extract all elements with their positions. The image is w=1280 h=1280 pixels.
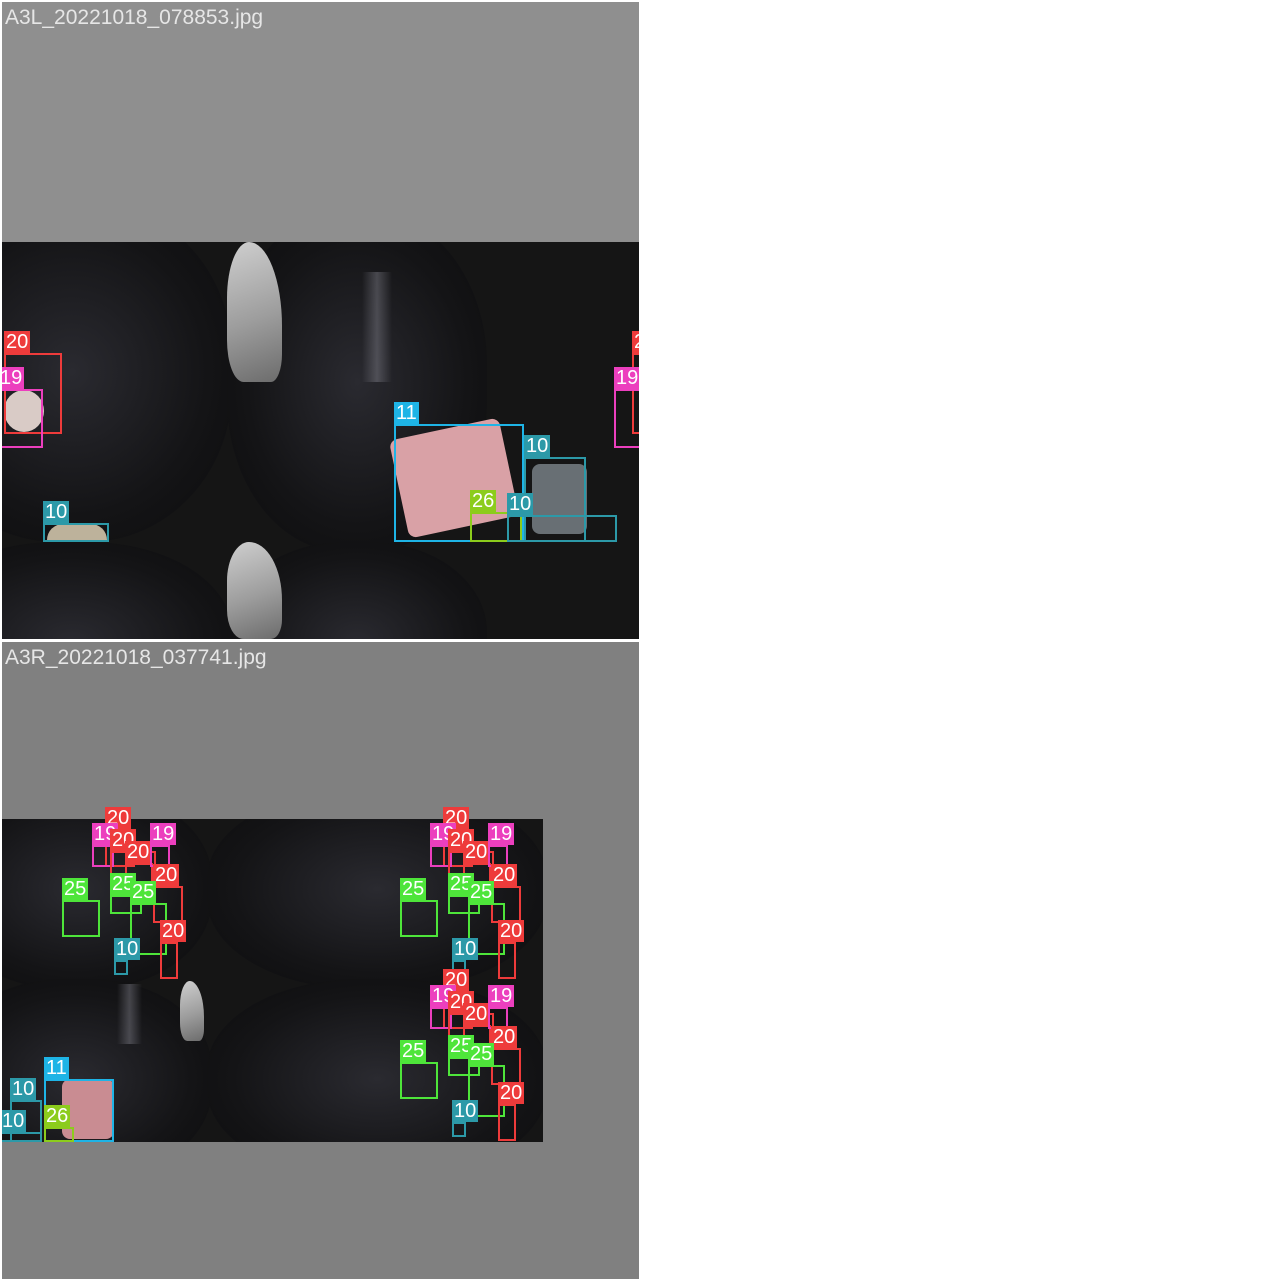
- class-label: 25: [62, 878, 89, 900]
- class-label: 10: [452, 938, 479, 960]
- mosaic-tile-2: A3R_20221018_037741.jpg 20 19 20 20 19 20 25 25…: [2, 642, 639, 1279]
- image-filename: A3R_20221018_037741.jpg: [5, 646, 267, 669]
- class-label: 19: [150, 823, 177, 845]
- class-label: 25: [468, 1043, 495, 1065]
- class-label: 20: [491, 1026, 518, 1048]
- class-label: 20: [463, 841, 490, 863]
- class-label: 11: [394, 402, 419, 424]
- class-label: 20: [491, 864, 518, 886]
- class-label: 10: [2, 1110, 27, 1132]
- class-label: 10: [507, 493, 534, 515]
- class-label: 11: [44, 1057, 69, 1079]
- class-label: 20: [498, 920, 525, 942]
- class-label: 10: [524, 435, 551, 457]
- class-label: 25: [400, 1040, 427, 1062]
- class-label: 20: [498, 1082, 525, 1104]
- class-label: 20: [463, 1003, 490, 1025]
- class-label: 19: [488, 985, 515, 1007]
- image-filename: A3L_20221018_078853.jpg: [5, 6, 264, 29]
- class-label: 20: [632, 331, 639, 353]
- class-label: 10: [10, 1078, 37, 1100]
- class-label: 20: [125, 841, 152, 863]
- class-label: 25: [130, 881, 157, 903]
- class-label: 10: [452, 1100, 479, 1122]
- class-label: 19: [2, 367, 25, 389]
- class-label: 20: [4, 331, 31, 353]
- class-label: 20: [160, 920, 187, 942]
- class-label: 26: [470, 490, 497, 512]
- class-label: 19: [488, 823, 515, 845]
- class-label: 10: [114, 938, 141, 960]
- class-label: 25: [400, 878, 427, 900]
- class-label: 25: [468, 881, 495, 903]
- class-label: 10: [43, 501, 70, 523]
- class-label: 26: [44, 1105, 71, 1127]
- class-label: 20: [153, 864, 180, 886]
- class-label: 19: [614, 367, 639, 389]
- mosaic-tile-1: A3L_20221018_078853.jpg 20 19 20 19 11 10 26 10…: [2, 2, 639, 639]
